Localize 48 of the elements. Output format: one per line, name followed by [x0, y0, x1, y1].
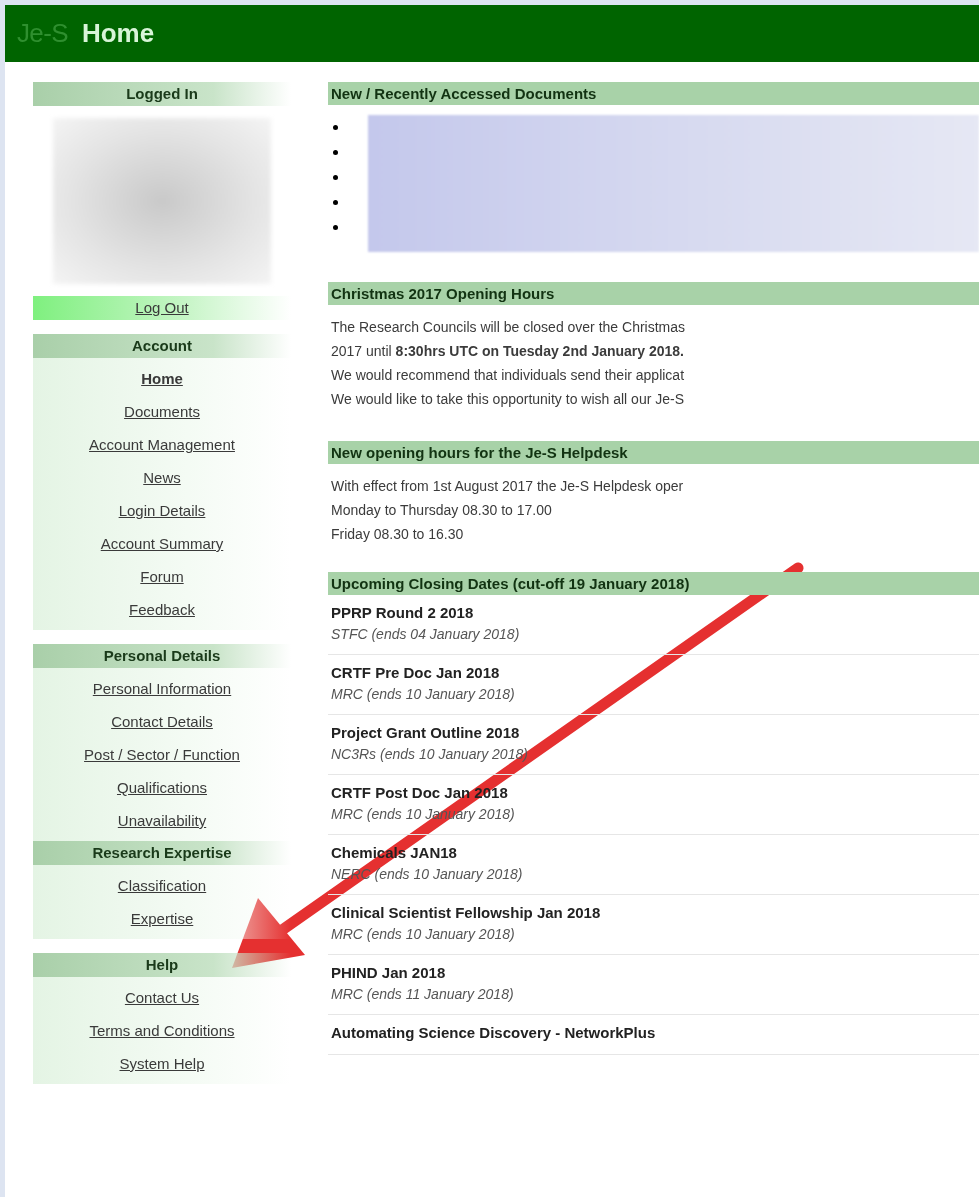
notice-text: We would recommend that individuals send their applicat [331, 366, 686, 385]
notice-text: The Research Councils will be closed over the Christmas [331, 318, 687, 337]
bullet-icon [333, 200, 338, 205]
bullet-icon [333, 175, 338, 180]
section-heading: New opening hours for the Je-S Helpdesk [328, 441, 979, 464]
closing-title: Project Grant Outline 2018 [331, 723, 521, 743]
notice-text: With effect from 1st August 2017 the Je-S Helpdesk oper [331, 477, 685, 496]
sidebar-link[interactable]: Terms and Conditions [89, 1022, 235, 1039]
sidebar-link[interactable]: Log Out [135, 299, 189, 316]
notice-text: Monday to Thursday 08.30 to 17.00 [331, 501, 553, 520]
section-heading: New / Recently Accessed Documents [328, 82, 979, 105]
sidebar-link[interactable]: Personal Information [92, 680, 232, 697]
sidebar-link[interactable]: Unavailability [117, 812, 207, 829]
notice-text: We would like to take this opportunity to wish all our Je-S [331, 390, 686, 409]
bullet-icon [333, 125, 338, 130]
sidebar-link[interactable]: News [143, 469, 181, 486]
sidebar-link[interactable]: Expertise [130, 910, 194, 927]
closing-subtitle: MRC (ends 10 January 2018) [331, 685, 516, 704]
sidebar-link[interactable]: Post / Sector / Function [84, 746, 240, 763]
closing-subtitle: MRC (ends 10 January 2018) [331, 925, 516, 944]
closing-title: PPRP Round 2 2018 [331, 603, 475, 623]
sidebar-link[interactable]: Documents [124, 403, 200, 420]
sidebar-link[interactable]: Account Summary [100, 535, 224, 552]
closing-subtitle: STFC (ends 04 January 2018) [331, 625, 521, 644]
sidebar-link[interactable]: Login Details [118, 502, 206, 519]
sidebar-link[interactable]: Contact Us [124, 989, 200, 1006]
sidebar-link[interactable]: Qualifications [116, 779, 207, 796]
closing-title: Clinical Scientist Fellowship Jan 2018 [331, 903, 602, 923]
closing-subtitle: NC3Rs (ends 10 January 2018) [331, 745, 529, 764]
section-heading: Upcoming Closing Dates (cut-off 19 January 2018) [328, 572, 979, 595]
section-heading: Help [33, 953, 291, 977]
bullet-icon [333, 225, 338, 230]
sidebar-link[interactable]: Home [141, 370, 183, 387]
closing-subtitle: MRC (ends 11 January 2018) [331, 985, 515, 1004]
sidebar-link[interactable]: Forum [140, 568, 184, 585]
sidebar-link[interactable]: Contact Details [111, 713, 213, 730]
sidebar-link[interactable]: Classification [117, 877, 207, 894]
bullet-icon [333, 150, 338, 155]
notice-text: 2017 until 8:30hrs UTC on Tuesday 2nd January 2018. [331, 342, 685, 361]
sidebar-link[interactable]: Account Management [89, 436, 235, 453]
section-heading: Christmas 2017 Opening Hours [328, 282, 979, 305]
closing-title: CRTF Pre Doc Jan 2018 [331, 663, 501, 683]
page-title: Home [81, 17, 155, 50]
notice-text: Friday 08.30 to 16.30 [331, 525, 465, 544]
sidebar-link[interactable]: Feedback [129, 601, 195, 618]
closing-title: PHIND Jan 2018 [331, 963, 447, 983]
sidebar-link[interactable]: System Help [119, 1055, 205, 1072]
closing-title: Automating Science Discovery - NetworkPlus [331, 1023, 657, 1043]
